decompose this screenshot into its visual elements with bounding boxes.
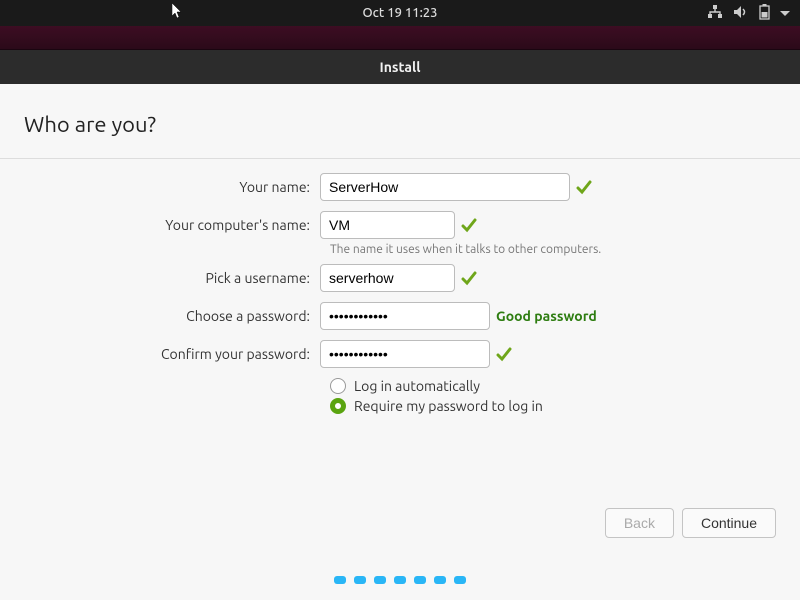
- window-titlebar: Install: [0, 50, 800, 84]
- progress-dot: [354, 576, 366, 584]
- progress-dot: [414, 576, 426, 584]
- progress-dots: [0, 576, 800, 584]
- clock: Oct 19 11:23: [363, 6, 438, 20]
- page-title: Who are you?: [24, 112, 776, 137]
- row-computer: Your computer's name:: [24, 211, 776, 239]
- label-computer: Your computer's name:: [24, 217, 320, 233]
- password-input[interactable]: [320, 302, 490, 330]
- desktop-background-strip: [0, 26, 800, 50]
- check-icon: [576, 179, 592, 195]
- top-bar: Oct 19 11:23: [0, 0, 800, 26]
- row-name: Your name:: [24, 173, 776, 201]
- radio-icon: [330, 378, 346, 394]
- progress-dot: [454, 576, 466, 584]
- row-username: Pick a username:: [24, 264, 776, 292]
- label-password: Choose a password:: [24, 308, 320, 324]
- user-form: Your name: Your computer's name: The nam…: [24, 173, 776, 414]
- check-icon: [496, 346, 512, 362]
- confirm-password-input[interactable]: [320, 340, 490, 368]
- radio-auto-label: Log in automatically: [354, 378, 480, 394]
- login-options: Log in automatically Require my password…: [330, 378, 776, 414]
- progress-dot: [394, 576, 406, 584]
- battery-icon[interactable]: [759, 4, 770, 23]
- computer-name-input[interactable]: [320, 211, 455, 239]
- progress-dot: [434, 576, 446, 584]
- radio-selected-icon: [330, 398, 346, 414]
- password-strength: Good password: [496, 308, 597, 324]
- row-confirm: Confirm your password:: [24, 340, 776, 368]
- label-confirm: Confirm your password:: [24, 346, 320, 362]
- label-name: Your name:: [24, 179, 320, 195]
- back-button[interactable]: Back: [605, 508, 674, 538]
- check-icon: [461, 270, 477, 286]
- window-title: Install: [380, 59, 421, 75]
- divider: [0, 158, 800, 159]
- row-password: Choose a password: Good password: [24, 302, 776, 330]
- installer-content: Who are you? Your name: Your computer's …: [0, 84, 800, 600]
- radio-require-password[interactable]: Require my password to log in: [330, 398, 776, 414]
- label-username: Pick a username:: [24, 270, 320, 286]
- radio-auto-login[interactable]: Log in automatically: [330, 378, 776, 394]
- system-tray: [707, 4, 790, 23]
- volume-icon[interactable]: [733, 5, 749, 22]
- progress-dot: [374, 576, 386, 584]
- cursor-icon: [172, 3, 184, 22]
- username-input[interactable]: [320, 264, 455, 292]
- progress-dot: [334, 576, 346, 584]
- name-input[interactable]: [320, 173, 570, 201]
- radio-require-label: Require my password to log in: [354, 398, 543, 414]
- continue-button[interactable]: Continue: [682, 508, 776, 538]
- chevron-down-icon[interactable]: [780, 6, 790, 20]
- network-icon[interactable]: [707, 5, 723, 22]
- button-bar: Back Continue: [605, 508, 776, 538]
- check-icon: [461, 217, 477, 233]
- computer-name-hint: The name it uses when it talks to other …: [330, 243, 776, 256]
